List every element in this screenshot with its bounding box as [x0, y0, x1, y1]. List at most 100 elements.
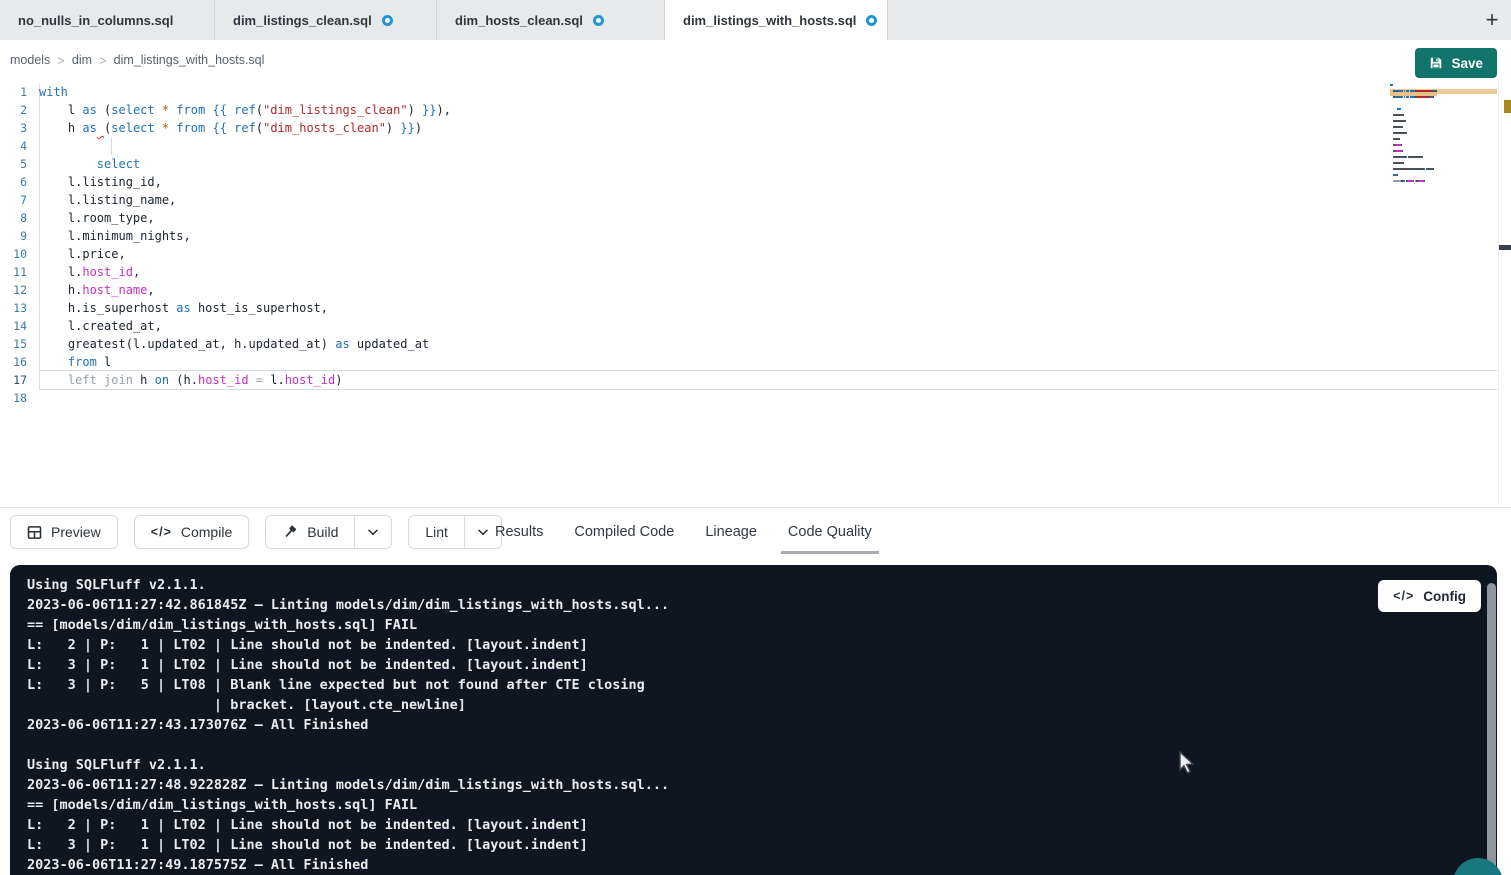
- code-line[interactable]: 9 l.minimum_nights,: [0, 227, 1511, 245]
- save-button[interactable]: Save: [1415, 48, 1497, 78]
- line-number: 18: [0, 389, 39, 407]
- unsaved-changes-dot-icon: [593, 15, 604, 26]
- code-text: h.is_superhost as host_is_superhost,: [39, 299, 1497, 317]
- terminal-line: 2023-06-06T11:27:42.861845Z — Linting mo…: [27, 595, 1467, 615]
- code-text: l as (select * from {{ ref("dim_listings…: [39, 101, 1497, 119]
- line-number: 17: [0, 371, 39, 389]
- terminal-line: 2023-06-06T11:27:48.922828Z — Linting mo…: [27, 775, 1467, 795]
- code-text: l.created_at,: [39, 317, 1497, 335]
- save-icon: [1429, 56, 1443, 70]
- code-line[interactable]: 5 select: [0, 155, 1511, 173]
- overview-ruler-cursor-mark: [1499, 245, 1511, 250]
- unsaved-changes-dot-icon: [866, 15, 877, 26]
- action-toolbar: Preview </>Compile Build Lint Results Compil…: [0, 507, 1511, 556]
- terminal-line: 2023-06-06T11:27:43.173076Z — All Finish…: [27, 715, 1467, 735]
- table-icon: [27, 525, 42, 540]
- code-line[interactable]: 17 left join h on (h.host_id = l.host_id…: [0, 371, 1511, 389]
- panel-tab-code-quality[interactable]: Code Quality: [788, 508, 872, 556]
- compile-button[interactable]: </>Compile: [134, 515, 249, 549]
- code-line[interactable]: 3 h as (select * from {{ ref("dim_hosts_…: [0, 119, 1511, 137]
- config-button-label: Config: [1423, 589, 1466, 604]
- preview-button[interactable]: Preview: [10, 515, 118, 549]
- panel-tab-lineage[interactable]: Lineage: [705, 508, 757, 556]
- code-text: h as (select * from {{ ref("dim_hosts_cl…: [39, 119, 1497, 137]
- code-text: l.listing_id,: [39, 173, 1497, 191]
- code-line[interactable]: 1with: [0, 83, 1511, 101]
- line-number: 14: [0, 317, 39, 335]
- file-tab[interactable]: dim_listings_clean.sql: [215, 0, 437, 40]
- file-tab[interactable]: dim_listings_with_hosts.sql: [665, 0, 888, 40]
- build-dropdown-button[interactable]: [355, 516, 391, 548]
- minimap[interactable]: [1390, 84, 1437, 192]
- breadcrumb-segment[interactable]: dim: [72, 53, 92, 67]
- terminal-line: L: 3 | P: 1 | LT02 | Line should not be …: [27, 835, 1467, 855]
- breadcrumb: models>dim>dim_listings_with_hosts.sql: [10, 40, 264, 80]
- terminal-line: L: 3 | P: 5 | LT08 | Blank line expected…: [27, 675, 1467, 695]
- terminal-line: L: 3 | P: 1 | LT02 | Line should not be …: [27, 655, 1467, 675]
- line-number: 12: [0, 281, 39, 299]
- lint-button-label: Lint: [425, 524, 448, 540]
- terminal-output[interactable]: Using SQLFluff v2.1.1.2023-06-06T11:27:4…: [10, 565, 1497, 875]
- code-text: l.minimum_nights,: [39, 227, 1497, 245]
- panel-tab-results[interactable]: Results: [495, 508, 543, 556]
- code-line[interactable]: 4: [0, 137, 1511, 155]
- file-tab-label: no_nulls_in_columns.sql: [18, 13, 173, 28]
- lint-button[interactable]: Lint: [408, 515, 502, 549]
- terminal-scrollbar[interactable]: [1487, 583, 1496, 875]
- code-line[interactable]: 18: [0, 389, 1511, 407]
- code-text: [39, 389, 1497, 407]
- code-line[interactable]: 12 h.host_name,: [0, 281, 1511, 299]
- line-number: 6: [0, 173, 39, 191]
- lint-button-main[interactable]: Lint: [409, 516, 464, 548]
- code-line[interactable]: 2 l as (select * from {{ ref("dim_listin…: [0, 101, 1511, 119]
- code-lines: 1with2 l as (select * from {{ ref("dim_l…: [0, 83, 1511, 407]
- code-editor[interactable]: 1with2 l as (select * from {{ ref("dim_l…: [0, 80, 1511, 507]
- terminal-line: L: 2 | P: 1 | LT02 | Line should not be …: [27, 635, 1467, 655]
- line-number: 1: [0, 83, 39, 101]
- compile-button-main[interactable]: </>Compile: [135, 516, 248, 548]
- file-header: models>dim>dim_listings_with_hosts.sql S…: [0, 40, 1511, 80]
- breadcrumb-segment[interactable]: dim_listings_with_hosts.sql: [114, 53, 265, 67]
- code-line[interactable]: 15 greatest(l.updated_at, h.updated_at) …: [0, 335, 1511, 353]
- code-line[interactable]: 11 l.host_id,: [0, 263, 1511, 281]
- line-number: 11: [0, 263, 39, 281]
- line-number: 4: [0, 137, 39, 155]
- panel-tab-compiled-code[interactable]: Compiled Code: [574, 508, 674, 556]
- terminal-line: Using SQLFluff v2.1.1.: [27, 575, 1467, 595]
- file-tab[interactable]: dim_hosts_clean.sql: [437, 0, 665, 40]
- code-line[interactable]: 6 l.listing_id,: [0, 173, 1511, 191]
- breadcrumb-segment[interactable]: models: [10, 53, 50, 67]
- code-line[interactable]: 8 l.room_type,: [0, 209, 1511, 227]
- terminal-line: | bracket. [layout.cte_newline]: [27, 695, 1467, 715]
- line-number: 8: [0, 209, 39, 227]
- code-line[interactable]: 7 l.listing_name,: [0, 191, 1511, 209]
- line-number: 9: [0, 227, 39, 245]
- build-button[interactable]: Build: [265, 515, 392, 549]
- line-number: 2: [0, 101, 39, 119]
- code-icon: </>: [1393, 589, 1414, 603]
- code-text: with: [39, 83, 1497, 101]
- line-number: 13: [0, 299, 39, 317]
- terminal-line: L: 2 | P: 1 | LT02 | Line should not be …: [27, 815, 1467, 835]
- panel-tabs: Results Compiled Code Lineage Code Quality: [495, 508, 872, 556]
- code-line[interactable]: 13 h.is_superhost as host_is_superhost,: [0, 299, 1511, 317]
- unsaved-changes-dot-icon: [382, 15, 393, 26]
- code-text: from l: [39, 353, 1497, 371]
- code-line[interactable]: 14 l.created_at,: [0, 317, 1511, 335]
- line-number: 5: [0, 155, 39, 173]
- toolbar-buttons: Preview </>Compile Build Lint: [10, 515, 502, 549]
- preview-button-main[interactable]: Preview: [11, 516, 117, 548]
- overview-ruler-warning-mark: [1504, 100, 1511, 113]
- code-line[interactable]: 10 l.price,: [0, 245, 1511, 263]
- build-button-main[interactable]: Build: [266, 516, 354, 548]
- indent-guide: [111, 137, 112, 155]
- file-tab[interactable]: no_nulls_in_columns.sql: [0, 0, 215, 40]
- file-tab-label: dim_listings_clean.sql: [233, 13, 372, 28]
- line-number: 10: [0, 245, 39, 263]
- lint-config-button[interactable]: </> Config: [1378, 580, 1481, 612]
- new-tab-button[interactable]: +: [1479, 7, 1505, 33]
- breadcrumb-separator-icon: >: [57, 53, 65, 68]
- code-line[interactable]: 16 from l: [0, 353, 1511, 371]
- file-tab-label: dim_listings_with_hosts.sql: [683, 13, 856, 28]
- line-number: 3: [0, 119, 39, 137]
